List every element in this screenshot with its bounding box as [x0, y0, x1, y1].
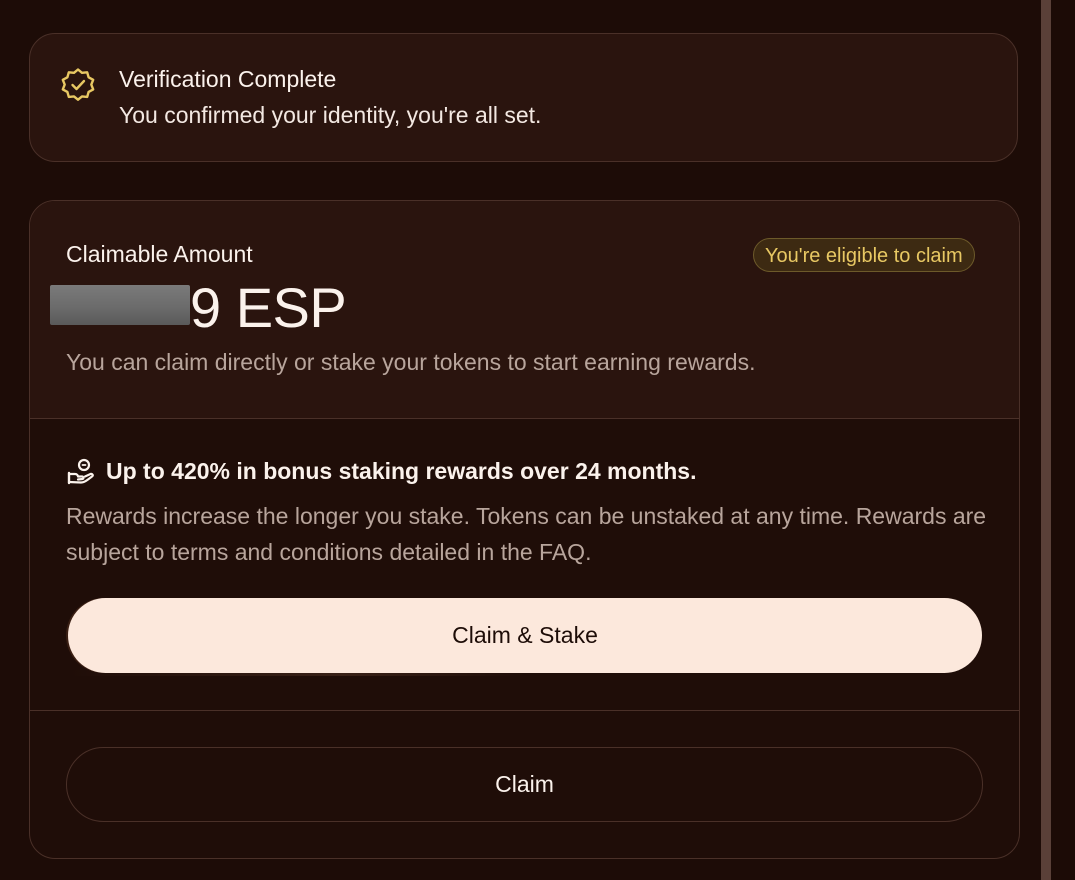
amount-visible-text: 9 ESP	[190, 276, 347, 339]
claimable-amount: 9 ESP	[50, 276, 347, 339]
staking-bonus-description: Rewards increase the longer you stake. T…	[66, 503, 987, 565]
claim-card: Claimable Amount You're eligible to clai…	[29, 200, 1020, 859]
verification-title: Verification Complete	[119, 66, 337, 92]
right-gutter	[1051, 0, 1075, 880]
verification-subtitle: You confirmed your identity, you're all …	[119, 102, 542, 128]
eligible-badge: You're eligible to claim	[753, 238, 975, 272]
claim-and-stake-button[interactable]: Claim & Stake	[68, 598, 982, 673]
redaction-block	[50, 285, 190, 325]
claim-summary: Claimable Amount You're eligible to clai…	[30, 201, 1019, 419]
hand-coins-icon	[67, 458, 94, 485]
claimable-amount-label: Claimable Amount	[66, 241, 253, 267]
claim-description: You can claim directly or stake your tok…	[66, 349, 756, 375]
verified-badge-icon	[61, 68, 95, 101]
scrollbar[interactable]	[1041, 0, 1051, 880]
claim-button[interactable]: Claim	[66, 747, 983, 822]
staking-bonus-title: Up to 420% in bonus staking rewards over…	[106, 458, 697, 484]
verification-card: Verification Complete You confirmed your…	[29, 33, 1018, 162]
staking-section: Up to 420% in bonus staking rewards over…	[30, 418, 1019, 711]
